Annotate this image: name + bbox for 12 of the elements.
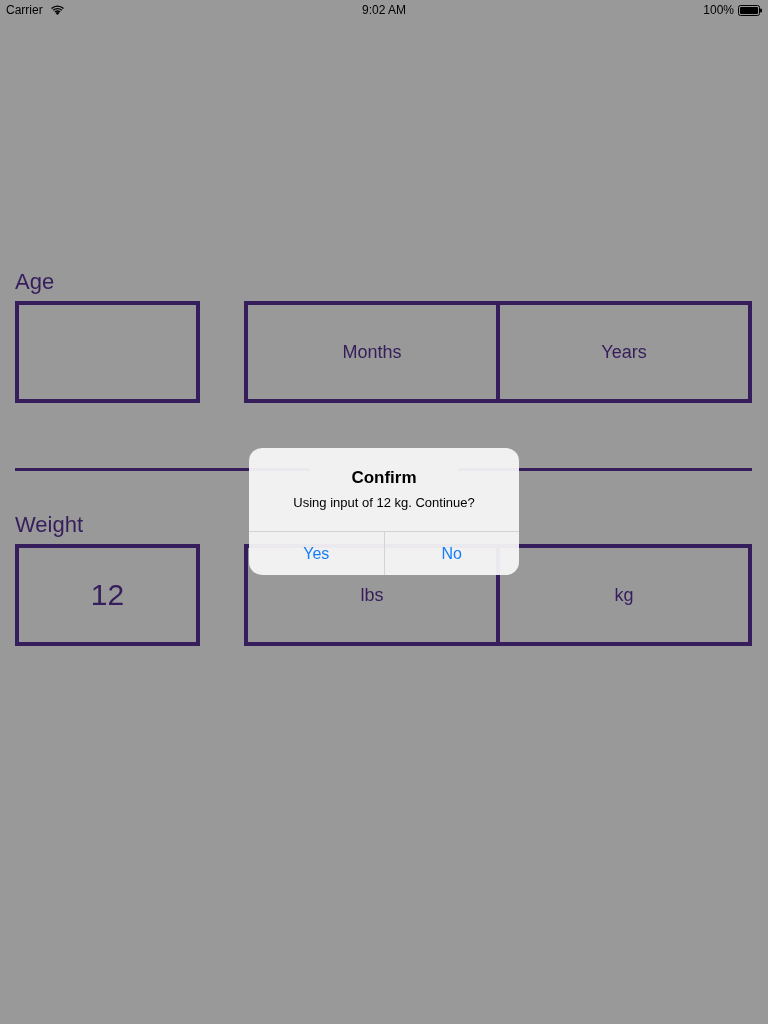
input-field[interactable]: 12 <box>15 544 200 646</box>
section-label: Weight <box>15 511 84 539</box>
input-field[interactable] <box>15 301 200 403</box>
alert-message: Using input of 12 kg. Continue? <box>292 494 476 512</box>
alert-title: Confirm <box>350 467 418 489</box>
battery-percent: 100% <box>703 2 734 19</box>
battery-icon <box>738 4 762 16</box>
carrier-name: Carrier <box>6 2 43 19</box>
alert-button[interactable]: No <box>383 532 519 575</box>
wifi-icon <box>50 5 64 15</box>
status-time: 9:02 AM <box>362 2 406 19</box>
section-label: Age <box>15 268 55 296</box>
